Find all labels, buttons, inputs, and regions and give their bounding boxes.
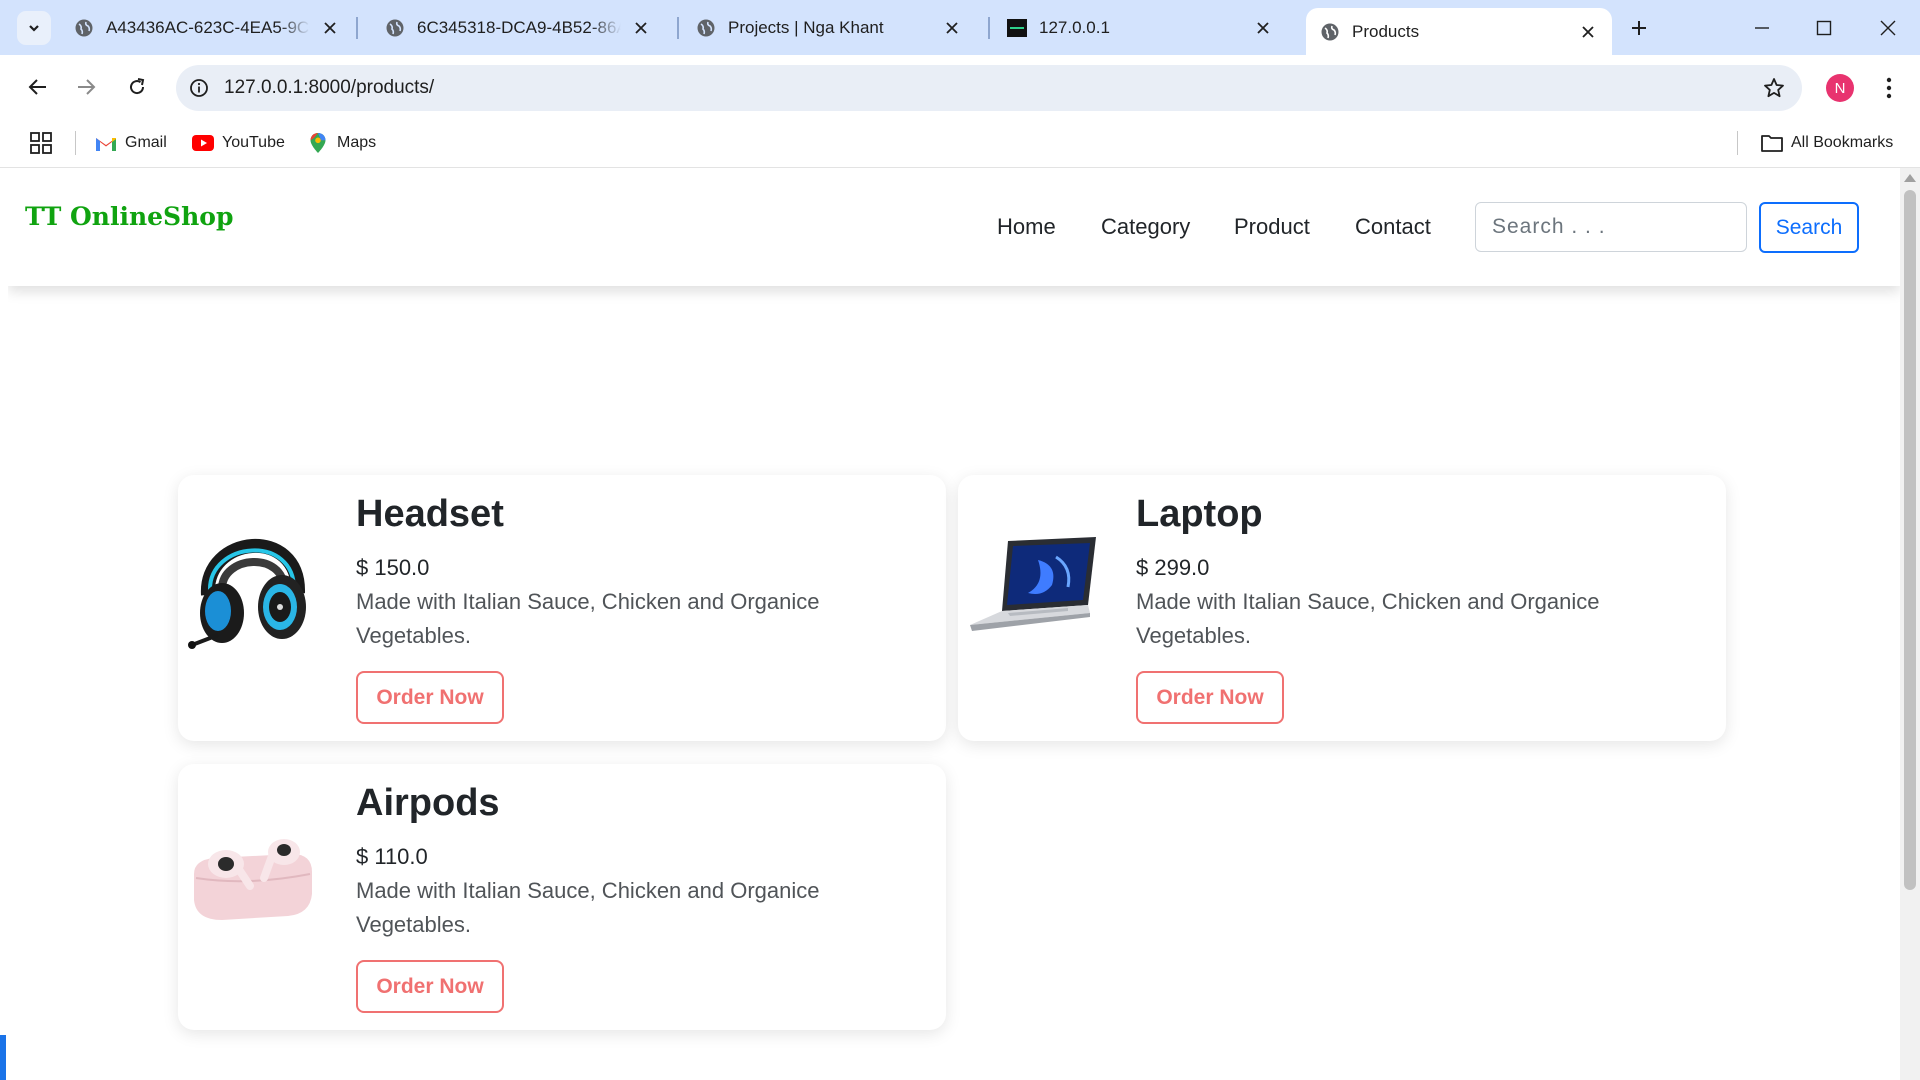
profile-avatar[interactable]: N [1826, 74, 1854, 102]
bookmark-label: Gmail [125, 134, 167, 151]
close-icon[interactable] [1253, 18, 1273, 38]
product-description: Made with Italian Sauce, Chicken and Org… [1136, 589, 1600, 648]
window-close-button[interactable] [1866, 10, 1910, 46]
close-icon[interactable] [1578, 22, 1598, 42]
tab-2[interactable]: 6C345318-DCA9-4B52-86AD [371, 9, 665, 47]
product-name: Headset [356, 493, 504, 535]
product-price: $ 110.0 [356, 844, 428, 869]
product-card-headset: Headset $ 150.0 Made with Italian Sauce,… [178, 475, 946, 741]
globe-icon [74, 18, 94, 38]
all-bookmarks-button[interactable]: All Bookmarks [1761, 128, 1893, 158]
airpods-image [188, 794, 316, 944]
bookmarks-bar: Gmail YouTube Maps All Bookmarks [0, 119, 1920, 168]
bookmarks-divider [1737, 131, 1738, 155]
new-tab-button[interactable] [1624, 13, 1654, 43]
tab-title: 6C345318-DCA9-4B52-86AD [417, 18, 621, 37]
minimize-icon [1755, 27, 1769, 29]
gmail-icon [95, 132, 117, 154]
tab-title: Products [1352, 21, 1420, 41]
maps-icon [307, 132, 329, 154]
tab-divider [677, 17, 679, 39]
browser-toolbar: 127.0.0.1:8000/products/ N [0, 55, 1920, 119]
tab-search-button[interactable] [17, 11, 51, 45]
tab-title: A43436AC-623C-4EA5-9C06 [106, 18, 310, 37]
reload-button[interactable] [119, 69, 155, 105]
tab-5-active[interactable]: Products [1306, 8, 1612, 55]
site-navbar: TT OnlineShop Home Category Product Cont… [8, 168, 1900, 286]
product-price: $ 299.0 [1136, 555, 1210, 580]
bookmark-youtube[interactable]: YouTube [192, 128, 285, 158]
order-now-button[interactable]: Order Now [356, 960, 504, 1013]
product-price: $ 150.0 [356, 555, 430, 580]
nav-product[interactable]: Product [1234, 214, 1310, 240]
scroll-up-arrow-icon[interactable] [1904, 174, 1916, 182]
url-text: 127.0.0.1:8000/products/ [224, 77, 435, 98]
tab-strip: A43436AC-623C-4EA5-9C06 6C345318-DCA9-4B… [0, 0, 1920, 55]
apps-grid-icon[interactable] [28, 130, 54, 156]
globe-icon [696, 18, 716, 38]
folder-icon [1761, 132, 1783, 154]
bookmark-label: YouTube [222, 134, 285, 151]
close-icon[interactable] [631, 18, 651, 38]
bookmark-gmail[interactable]: Gmail [95, 128, 167, 158]
product-name: Laptop [1136, 493, 1263, 535]
product-card-laptop: Laptop $ 299.0 Made with Italian Sauce, … [958, 475, 1726, 741]
reload-icon [130, 78, 145, 95]
address-bar[interactable]: 127.0.0.1:8000/products/ [176, 65, 1802, 111]
bookmarks-divider [75, 131, 76, 155]
all-bookmarks-label: All Bookmarks [1791, 134, 1894, 151]
close-icon[interactable] [942, 18, 962, 38]
browser-menu-button[interactable] [1874, 72, 1904, 104]
maximize-button[interactable] [1802, 10, 1846, 46]
search-input[interactable] [1475, 202, 1747, 252]
bookmark-star-icon[interactable] [1760, 74, 1788, 102]
bookmark-maps[interactable]: Maps [307, 128, 376, 158]
chevron-down-icon [29, 25, 39, 32]
scrollbar-thumb[interactable] [1904, 190, 1916, 890]
minimize-button[interactable] [1740, 10, 1784, 46]
more-vertical-icon [1886, 77, 1892, 99]
tab-4[interactable]: 127.0.0.1 [993, 9, 1287, 47]
tab-3[interactable]: Projects | Nga Khant [682, 9, 976, 47]
laptop-image [968, 505, 1096, 655]
nav-home[interactable]: Home [997, 214, 1056, 240]
product-name: Airpods [356, 782, 500, 824]
page-scrollbar[interactable] [1900, 168, 1920, 1080]
site-info-icon[interactable] [186, 75, 212, 101]
search-button[interactable]: Search [1759, 202, 1859, 253]
maximize-icon [1816, 20, 1832, 36]
tab-title: 127.0.0.1 [1039, 18, 1110, 37]
close-icon[interactable] [320, 18, 340, 38]
arrow-left-icon [28, 79, 46, 95]
globe-icon [1320, 22, 1340, 42]
product-description: Made with Italian Sauce, Chicken and Org… [356, 878, 820, 937]
back-button[interactable] [20, 69, 56, 105]
globe-icon [385, 18, 405, 38]
order-now-button[interactable]: Order Now [1136, 671, 1284, 724]
product-card-airpods: Airpods $ 110.0 Made with Italian Sauce,… [178, 764, 946, 1030]
tab-1[interactable]: A43436AC-623C-4EA5-9C06 [60, 9, 354, 47]
tab-divider [356, 17, 358, 39]
nav-category[interactable]: Category [1101, 214, 1190, 240]
forward-button[interactable] [68, 69, 104, 105]
close-icon [1880, 20, 1896, 36]
order-now-button[interactable]: Order Now [356, 671, 504, 724]
terminal-icon [1007, 18, 1027, 38]
youtube-icon [192, 132, 214, 154]
window-edge-accent [0, 1035, 6, 1080]
page-viewport: TT OnlineShop Home Category Product Cont… [8, 168, 1900, 1080]
product-description: Made with Italian Sauce, Chicken and Org… [356, 589, 820, 648]
tab-title: Projects | Nga Khant [728, 18, 884, 37]
bookmark-label: Maps [337, 134, 377, 151]
nav-contact[interactable]: Contact [1355, 214, 1431, 240]
headset-image [188, 505, 316, 655]
tab-divider [988, 17, 990, 39]
arrow-right-icon [78, 79, 96, 95]
site-brand[interactable]: TT OnlineShop [25, 202, 233, 231]
plus-icon [1632, 21, 1646, 35]
